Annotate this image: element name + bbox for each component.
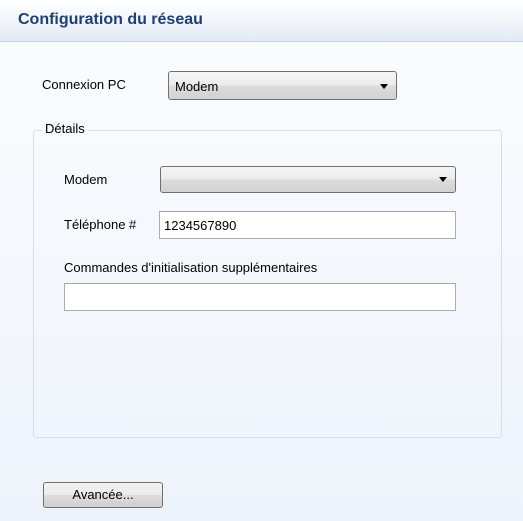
network-config-panel: Configuration du réseau Connexion PC Mod… xyxy=(0,0,523,521)
chevron-down-icon xyxy=(380,84,388,89)
connection-label: Connexion PC xyxy=(42,77,126,92)
phone-input[interactable] xyxy=(159,211,456,239)
init-commands-label: Commandes d'initialisation supplémentair… xyxy=(64,260,318,275)
connection-dropdown[interactable]: Modem xyxy=(168,71,397,100)
advanced-button[interactable]: Avancée... xyxy=(43,482,163,508)
phone-label: Téléphone # xyxy=(64,217,137,232)
connection-dropdown-value: Modem xyxy=(175,79,219,94)
chevron-down-icon xyxy=(439,177,447,182)
panel-header: Configuration du réseau xyxy=(0,0,523,42)
init-commands-input[interactable] xyxy=(64,283,456,311)
page-title: Configuration du réseau xyxy=(18,11,203,28)
modem-dropdown[interactable] xyxy=(160,166,456,193)
details-legend: Détails xyxy=(42,121,88,136)
modem-label: Modem xyxy=(64,172,108,187)
